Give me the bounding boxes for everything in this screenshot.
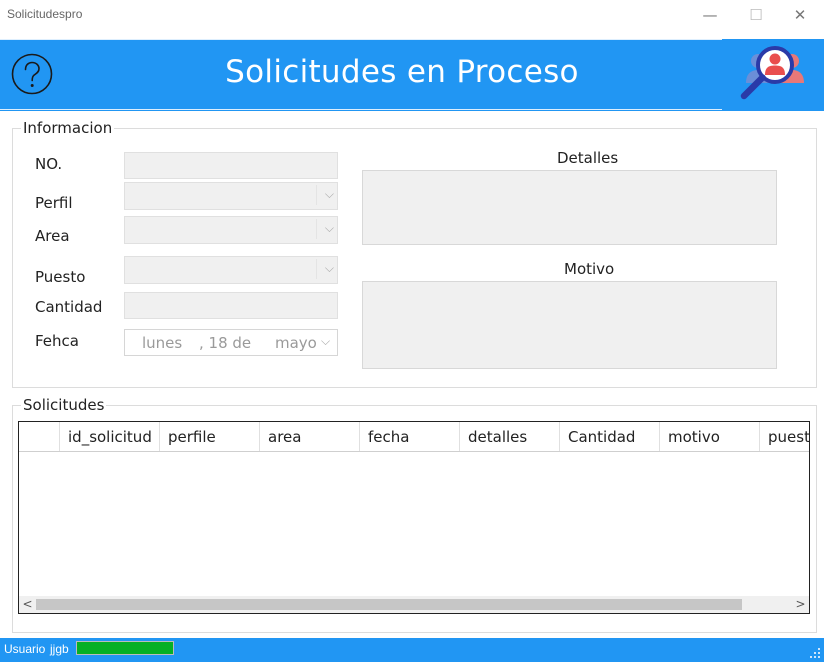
column-header[interactable]: detalles [460, 422, 560, 451]
perfil-divider [316, 185, 317, 205]
column-header[interactable]: fecha [360, 422, 460, 451]
no-label: NO. [35, 155, 63, 173]
area-label: Area [35, 227, 70, 245]
horizontal-scrollbar[interactable]: < > [19, 596, 809, 613]
perfil-label: Perfil [35, 194, 73, 212]
fecha-date-picker[interactable]: lunes , 18 de mayo ⌵ [124, 329, 338, 356]
progress-bar [76, 641, 174, 655]
puesto-chevron-down-icon: ⌵ [324, 261, 334, 275]
area-divider [316, 219, 317, 239]
column-header[interactable]: id_solicitud [60, 422, 160, 451]
puesto-select[interactable]: ⌵ [124, 256, 338, 284]
date-month[interactable]: mayo [275, 334, 317, 352]
solicitudes-table[interactable]: id_solicitud perfile area fecha detalles… [18, 421, 810, 614]
puesto-divider [316, 259, 317, 279]
minimize-button[interactable]: — [687, 0, 733, 30]
area-chevron-down-icon: ⌵ [324, 221, 334, 235]
scrollbar-thumb[interactable] [36, 599, 742, 610]
usuario-label: Usuario [4, 642, 46, 656]
scroll-right-icon[interactable]: > [792, 596, 809, 613]
column-header[interactable]: Cantidad [560, 422, 660, 451]
banner-divider-top [0, 39, 722, 40]
scroll-left-icon[interactable]: < [19, 596, 36, 613]
table-header: id_solicitud perfile area fecha detalles… [19, 422, 809, 452]
title-bar: Solicitudespro — ☐ ✕ [0, 0, 824, 30]
date-day[interactable]: , 18 de [199, 334, 251, 352]
detalles-label: Detalles [557, 149, 619, 167]
window-title: Solicitudespro [7, 7, 83, 21]
perfil-select[interactable]: ⌵ [124, 182, 338, 210]
puesto-label: Puesto [35, 268, 86, 286]
column-header[interactable]: motivo [660, 422, 760, 451]
cantidad-field[interactable] [124, 292, 338, 319]
perfil-chevron-down-icon: ⌵ [324, 187, 334, 201]
column-header[interactable]: puesto [760, 422, 809, 451]
motivo-label: Motivo [564, 260, 615, 278]
resize-grip-icon[interactable] [809, 647, 821, 659]
motivo-textarea[interactable] [362, 281, 777, 369]
banner-divider-bottom [0, 109, 722, 110]
username-label: jjgb [50, 642, 69, 656]
progress-fill [77, 642, 173, 654]
maximize-button[interactable]: ☐ [733, 0, 779, 30]
detalles-textarea[interactable] [362, 170, 777, 245]
column-header[interactable]: perfile [160, 422, 260, 451]
informacion-legend: Informacion [21, 119, 115, 137]
status-bar: Usuario jjgb [0, 638, 824, 662]
search-user-icon [740, 46, 804, 100]
row-header-corner[interactable] [19, 422, 60, 451]
page-title: Solicitudes en Proceso [225, 54, 579, 90]
date-chevron-down-icon[interactable]: ⌵ [321, 334, 330, 349]
date-weekday[interactable]: lunes [142, 334, 182, 352]
cantidad-label: Cantidad [35, 298, 103, 316]
column-header[interactable]: area [260, 422, 360, 451]
no-field[interactable] [124, 152, 338, 179]
close-button[interactable]: ✕ [777, 0, 823, 30]
header-banner: Solicitudes en Proceso [0, 39, 824, 111]
solicitudes-legend: Solicitudes [21, 396, 107, 414]
area-select[interactable]: ⌵ [124, 216, 338, 244]
fecha-label: Fehca [35, 332, 79, 350]
